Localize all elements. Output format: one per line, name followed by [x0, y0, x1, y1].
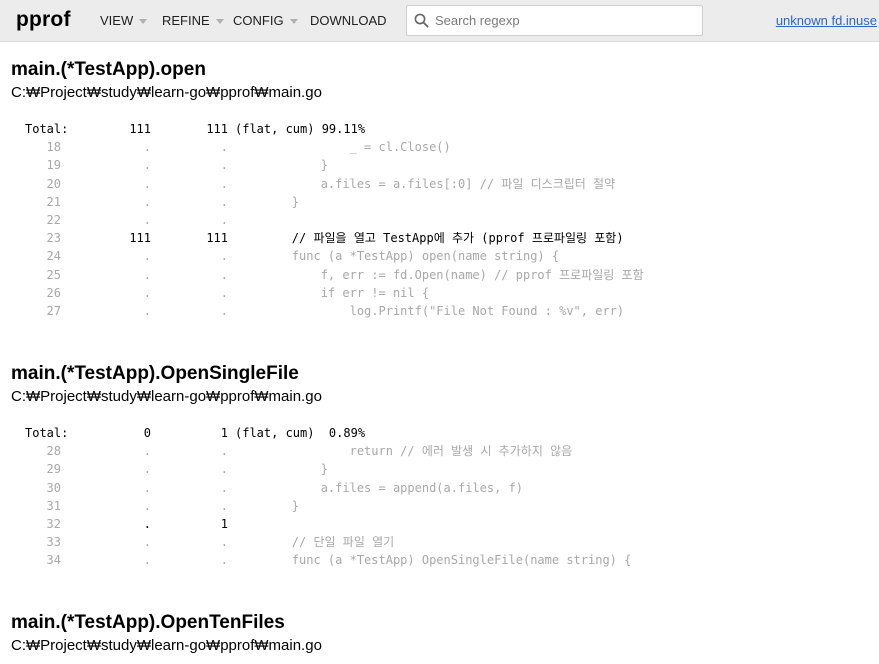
source-code: }: [234, 194, 300, 209]
search-box[interactable]: [406, 5, 703, 36]
cum-value: .: [220, 158, 228, 173]
source-code: if err != nil {: [234, 285, 430, 300]
cum-value: .: [220, 553, 228, 568]
source-line: 33.. // 단일 파일 열기: [0, 533, 879, 551]
menu-download-label: DOWNLOAD: [310, 13, 387, 28]
menu-config-label: CONFIG: [233, 13, 284, 28]
source-code: // 단일 파일 열기: [234, 535, 395, 550]
function-name: main.(*TestApp).open: [11, 59, 206, 80]
menu-config[interactable]: CONFIG: [233, 13, 298, 28]
file-path: C:₩Project₩study₩learn-go₩pprof₩main.go: [11, 84, 322, 101]
source-line: 26.. if err != nil {: [0, 284, 879, 302]
total-cum: 1: [220, 426, 228, 440]
source-code: log.Printf("File Not Found : %v", err): [234, 303, 625, 318]
source-lines: 28.. return // 에러 발생 시 추가하지 않음 29.. } 30..…: [0, 442, 879, 569]
source-line: 27.. log.Printf("File Not Found : %v", e…: [0, 302, 879, 320]
brand-title[interactable]: pprof: [16, 8, 71, 32]
chevron-down-icon: [215, 19, 224, 24]
cum-value: .: [220, 303, 228, 318]
file-path: C:₩Project₩study₩learn-go₩pprof₩main.go: [11, 637, 322, 654]
source-code: a.files = append(a.files, f): [234, 480, 523, 495]
search-input[interactable]: [435, 10, 695, 31]
source-line: 22..: [0, 211, 879, 229]
total-cum: 111: [206, 122, 228, 136]
source-line: 28.. return // 에러 발생 시 추가하지 않음: [0, 442, 879, 460]
source-line: 19.. }: [0, 156, 879, 174]
sample-type-link[interactable]: unknown fd.inuse: [776, 13, 877, 28]
source-code: a.files = a.files[:0] // 파일 디스크립터 절약: [234, 176, 616, 191]
function-name: main.(*TestApp).OpenSingleFile: [11, 363, 299, 384]
source-code: f, err := fd.Open(name) // pprof 프로파일링 포…: [234, 267, 644, 282]
total-row: Total: 111 111 (flat, cum) 99.11%: [0, 120, 879, 138]
source-code: func (a *TestApp) open(name string) {: [234, 249, 560, 264]
source-line: 18.. _ = cl.Close(): [0, 138, 879, 156]
source-listing: Total: 0 1 (flat, cum) 0.89% 28.. return…: [0, 424, 879, 570]
cum-value: .: [220, 480, 228, 495]
cum-value: .: [220, 249, 228, 264]
source-code: _ = cl.Close(): [234, 140, 451, 155]
cum-value: .: [220, 176, 228, 191]
menu-view-label: VIEW: [100, 13, 134, 28]
source-lines: 18.. _ = cl.Close() 19.. } 20.. a.files = …: [0, 138, 879, 320]
function-name: main.(*TestApp).OpenTenFiles: [11, 612, 285, 633]
cum-value: .: [220, 140, 228, 155]
cum-value: 111: [206, 231, 228, 246]
source-line: 20.. a.files = a.files[:0] // 파일 디스크립터 절…: [0, 175, 879, 193]
cum-value: .: [220, 498, 228, 513]
file-path: C:₩Project₩study₩learn-go₩pprof₩main.go: [11, 388, 322, 405]
source-line: 21.. }: [0, 193, 879, 211]
chevron-down-icon: [139, 19, 148, 24]
cum-value: .: [220, 212, 228, 227]
source-line: 25.. f, err := fd.Open(name) // pprof 프로…: [0, 266, 879, 284]
source-code: }: [234, 498, 300, 513]
cum-value: .: [220, 194, 228, 209]
cum-value: .: [220, 267, 228, 282]
menu-download[interactable]: DOWNLOAD: [310, 13, 387, 28]
source-code: }: [234, 158, 328, 173]
cum-value: .: [220, 444, 228, 459]
source-line: 29.. }: [0, 460, 879, 478]
cum-value: .: [220, 462, 228, 477]
menu-refine[interactable]: REFINE: [162, 13, 224, 28]
top-bar: pprof VIEW REFINE CONFIG DOWNLOAD unknow…: [0, 0, 879, 42]
source-line: 31.. }: [0, 497, 879, 515]
source-line: 30.. a.files = append(a.files, f): [0, 479, 879, 497]
cum-value: .: [220, 285, 228, 300]
total-row: Total: 0 1 (flat, cum) 0.89%: [0, 424, 879, 442]
source-line: 34.. func (a *TestApp) OpenSingleFile(na…: [0, 551, 879, 569]
source-code: }: [234, 462, 328, 477]
source-code: return // 에러 발생 시 추가하지 않음: [234, 444, 573, 459]
total-percent: (flat, cum) 99.11%: [235, 122, 366, 136]
source-line: 24.. func (a *TestApp) open(name string)…: [0, 247, 879, 265]
cum-value: .: [220, 535, 228, 550]
menu-refine-label: REFINE: [162, 13, 210, 28]
search-icon: [414, 13, 429, 28]
source-line: 32. 1: [0, 515, 879, 533]
source-code: // 파일을 열고 TestApp에 추가 (pprof 프로파일링 포함): [234, 231, 624, 246]
source-line: 23 111 111 // 파일을 열고 TestApp에 추가 (pprof 프로…: [0, 229, 879, 247]
total-percent: (flat, cum) 0.89%: [235, 426, 366, 440]
source-listing: Total: 111 111 (flat, cum) 99.11% 18.. _…: [0, 120, 879, 320]
cum-value: 1: [220, 516, 228, 531]
menu-view[interactable]: VIEW: [100, 13, 148, 28]
source-code: func (a *TestApp) OpenSingleFile(name st…: [234, 553, 632, 568]
chevron-down-icon: [289, 19, 298, 24]
